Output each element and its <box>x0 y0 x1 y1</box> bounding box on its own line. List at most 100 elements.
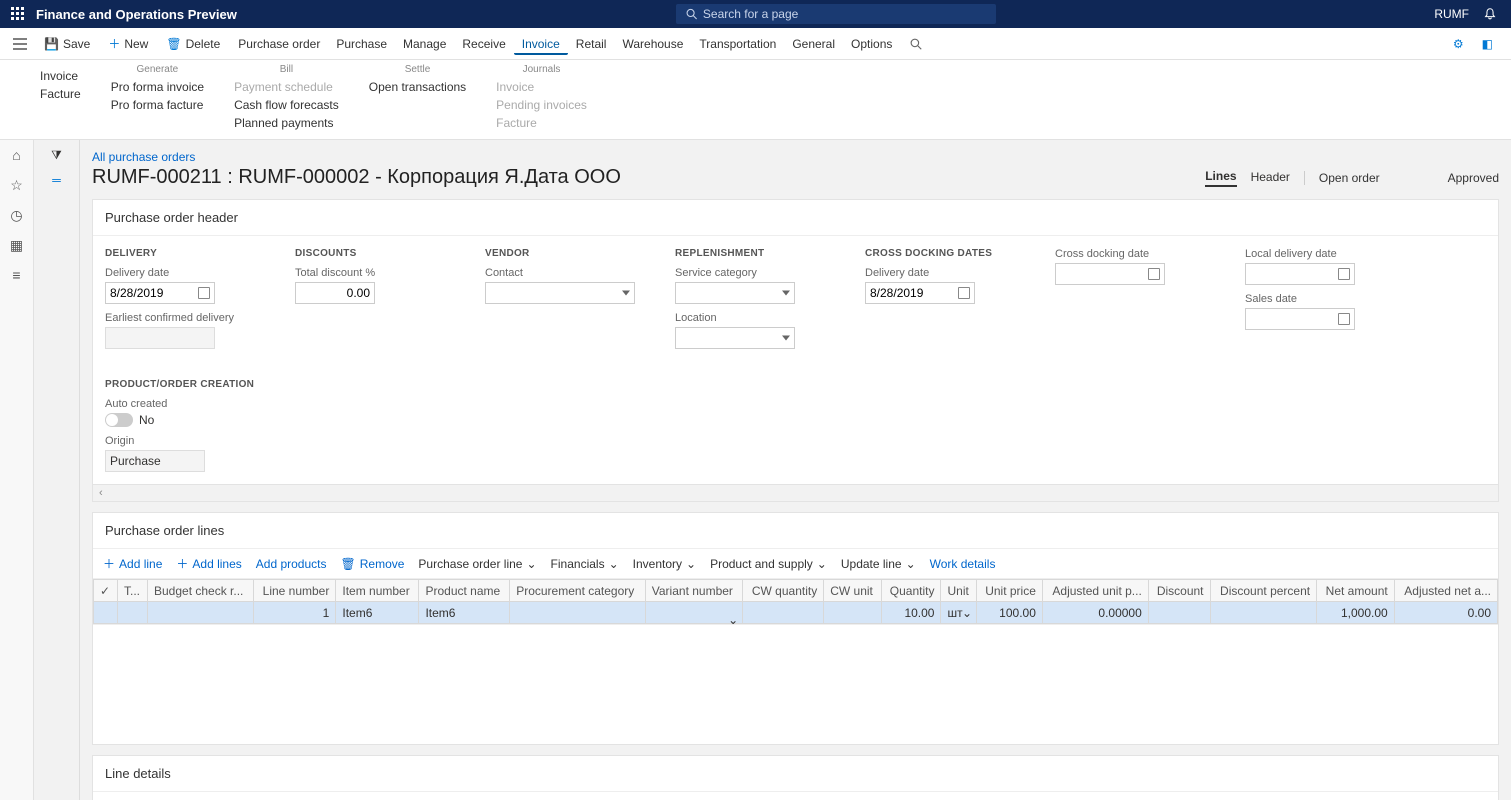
col-header[interactable]: Discount percent <box>1210 580 1317 602</box>
contact-input[interactable] <box>485 282 635 304</box>
ribbon-pro-forma-facture[interactable]: Pro forma facture <box>111 97 204 113</box>
save-button[interactable]: 💾Save <box>36 33 98 55</box>
delivery-date-label: Delivery date <box>105 267 265 279</box>
col-header[interactable]: Adjusted unit p... <box>1042 580 1148 602</box>
col-header[interactable]: Net amount <box>1317 580 1395 602</box>
po-header-title[interactable]: Purchase order header <box>93 200 1498 236</box>
add-lines-button[interactable]: ＋Add lines <box>176 555 241 572</box>
col-header[interactable]: Unit <box>941 580 977 602</box>
cell-unit-price[interactable]: 100.00 <box>977 602 1043 624</box>
table-row[interactable]: 1 Item6 Item6 ⌄ 10.00 шт⌄ 100.00 0.00000… <box>94 602 1498 624</box>
ribbon-planned-payments[interactable]: Planned payments <box>234 115 339 131</box>
cell-line-number[interactable]: 1 <box>253 602 335 624</box>
workspace-icon[interactable]: ▦ <box>8 236 26 254</box>
bell-icon[interactable] <box>1483 7 1497 21</box>
topbar: Finance and Operations Preview RUMF <box>0 0 1511 28</box>
col-header[interactable]: Adjusted net a... <box>1394 580 1497 602</box>
tab-options[interactable]: Options <box>843 33 900 55</box>
ribbon-pro-forma-invoice[interactable]: Pro forma invoice <box>111 79 204 95</box>
inventory-drop[interactable]: Inventory ⌄ <box>633 557 696 571</box>
lines-grid[interactable]: ✓T...Budget check r...Line numberItem nu… <box>93 579 1498 624</box>
col-header[interactable]: Line number <box>253 580 335 602</box>
delete-button[interactable]: 🗑Delete <box>158 33 228 55</box>
page-content: All purchase orders RUMF-000211 : RUMF-0… <box>80 140 1511 800</box>
cell-unit[interactable]: шт⌄ <box>941 602 977 624</box>
col-header[interactable]: Product name <box>419 580 510 602</box>
menu-icon[interactable] <box>10 38 30 50</box>
col-header[interactable]: CW unit <box>824 580 882 602</box>
lines-icon[interactable]: ═ <box>52 173 61 187</box>
ribbon-open-transactions[interactable]: Open transactions <box>369 79 466 95</box>
user-label[interactable]: RUMF <box>1434 7 1469 21</box>
remove-button[interactable]: 🗑Remove <box>341 557 405 571</box>
salesdate-input[interactable] <box>1245 308 1355 330</box>
earliest-label: Earliest confirmed delivery <box>105 312 265 324</box>
tab-general[interactable]: General <box>784 33 843 55</box>
search-input[interactable] <box>703 7 986 21</box>
financials-drop[interactable]: Financials ⌄ <box>551 557 619 571</box>
col-header[interactable]: Quantity <box>881 580 941 602</box>
search-box[interactable] <box>676 4 996 24</box>
col-header[interactable]: Variant number <box>645 580 742 602</box>
cell-qty[interactable]: 10.00 <box>881 602 941 624</box>
star-icon[interactable]: ☆ <box>8 176 26 194</box>
tab-purchase[interactable]: Purchase <box>328 33 395 55</box>
delivery-date-input[interactable] <box>105 282 215 304</box>
col-header[interactable]: CW quantity <box>743 580 824 602</box>
crossdate-input[interactable] <box>1055 263 1165 285</box>
cell-product-name[interactable]: Item6 <box>419 602 510 624</box>
breadcrumb[interactable]: All purchase orders <box>92 150 1499 164</box>
service-cat-input[interactable] <box>675 282 795 304</box>
scroll-left-icon[interactable]: ‹ <box>93 484 1498 501</box>
col-header[interactable]: Discount <box>1148 580 1210 602</box>
col-header[interactable]: Budget check r... <box>148 580 254 602</box>
col-header[interactable]: Unit price <box>977 580 1043 602</box>
col-header[interactable]: Procurement category <box>510 580 646 602</box>
tab-transportation[interactable]: Transportation <box>691 33 784 55</box>
tab-purchase-order[interactable]: Purchase order <box>230 33 328 55</box>
add-line-button[interactable]: ＋Add line <box>103 555 162 572</box>
col-header[interactable]: T... <box>118 580 148 602</box>
new-button[interactable]: ＋New <box>100 31 156 56</box>
ribbon-facture[interactable]: Facture <box>40 86 81 102</box>
tab-retail[interactable]: Retail <box>568 33 615 55</box>
tab-invoice[interactable]: Invoice <box>514 33 568 55</box>
status-open: Open order <box>1319 171 1380 185</box>
line-details-title[interactable]: Line details <box>93 756 1498 792</box>
tab-receive[interactable]: Receive <box>454 33 513 55</box>
add-products-button[interactable]: Add products <box>256 557 327 571</box>
cell-net[interactable]: 1,000.00 <box>1317 602 1395 624</box>
tab-manage[interactable]: Manage <box>395 33 454 55</box>
home-icon[interactable]: ⌂ <box>8 146 26 164</box>
prodsupply-drop[interactable]: Product and supply ⌄ <box>710 557 827 571</box>
cell-adj-price[interactable]: 0.00000 <box>1042 602 1148 624</box>
view-lines[interactable]: Lines <box>1205 169 1236 187</box>
po-lines-title[interactable]: Purchase order lines <box>93 513 1498 549</box>
location-input[interactable] <box>675 327 795 349</box>
updateline-drop[interactable]: Update line ⌄ <box>841 557 916 571</box>
cross-delivdate-input[interactable] <box>865 282 975 304</box>
col-header[interactable]: ✓ <box>94 580 118 602</box>
workdetails-button[interactable]: Work details <box>930 557 996 571</box>
tab-warehouse[interactable]: Warehouse <box>614 33 691 55</box>
po-line-drop[interactable]: Purchase order line ⌄ <box>418 557 536 571</box>
col-header[interactable]: Item number <box>336 580 419 602</box>
total-discount-input[interactable] <box>295 282 375 304</box>
filter-icon[interactable]: ⧩ <box>51 148 62 163</box>
recent-icon[interactable]: ◷ <box>8 206 26 224</box>
cell-variant[interactable]: ⌄ <box>645 602 742 624</box>
view-header[interactable]: Header <box>1251 170 1290 186</box>
list-icon[interactable]: ≡ <box>8 266 26 284</box>
office-icon[interactable]: ◧ <box>1474 33 1501 55</box>
search-action-icon[interactable] <box>902 34 930 54</box>
ribbon-invoice[interactable]: Invoice <box>40 68 81 84</box>
filter-rail: ⧩ ═ <box>34 140 80 800</box>
localdate-input[interactable] <box>1245 263 1355 285</box>
cell-item-number[interactable]: Item6 <box>336 602 419 624</box>
autocreated-toggle[interactable] <box>105 413 133 427</box>
cell-adj-net[interactable]: 0.00 <box>1394 602 1497 624</box>
gear-icon[interactable]: ⚙ <box>1445 33 1472 55</box>
ribbon-cash-flow-forecasts[interactable]: Cash flow forecasts <box>234 97 339 113</box>
waffle-icon[interactable] <box>8 7 28 21</box>
app-title: Finance and Operations Preview <box>36 7 237 22</box>
